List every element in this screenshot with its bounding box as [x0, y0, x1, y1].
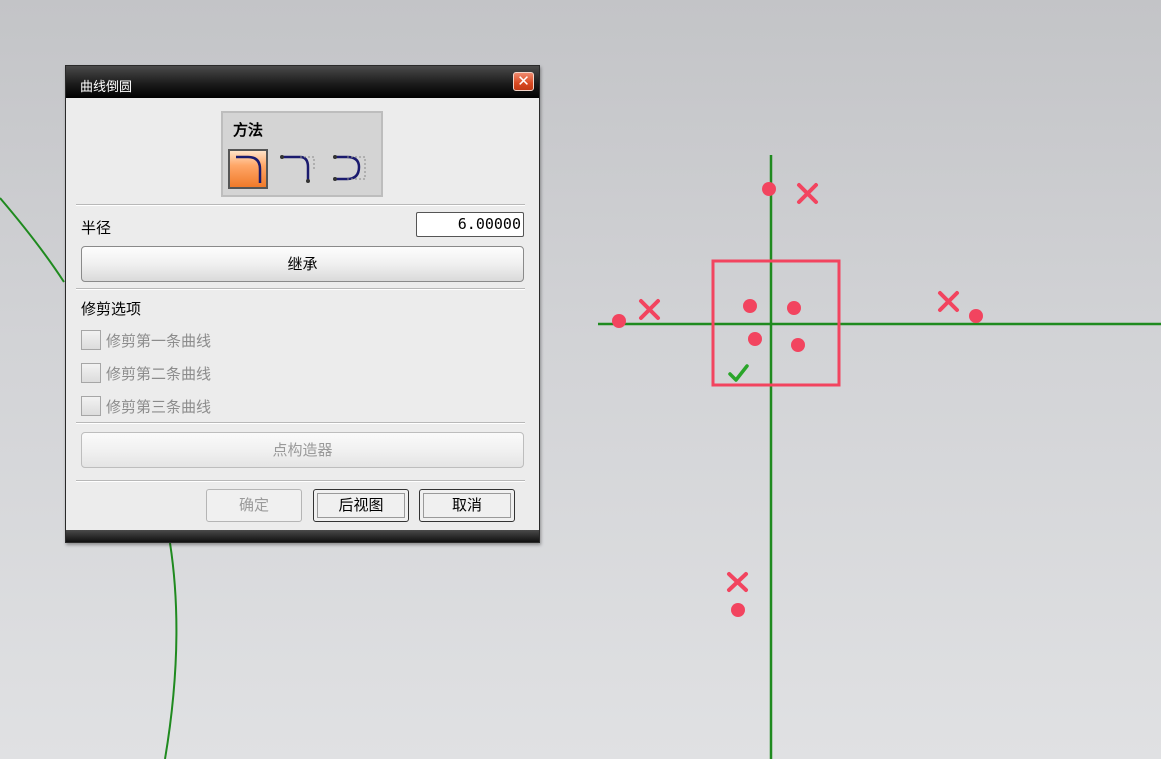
close-button[interactable]: ✕ [513, 72, 534, 91]
marker-dot [762, 182, 776, 196]
curve-bottom-left[interactable] [164, 542, 178, 759]
radius-input[interactable]: 6.00000 [416, 212, 524, 237]
back-button[interactable]: 后视图 [313, 489, 409, 522]
focus-ring [423, 493, 511, 518]
close-icon: ✕ [517, 72, 530, 90]
marker-cross [639, 299, 660, 320]
trim-first-curve-label: 修剪第一条曲线 [106, 332, 212, 350]
dialog-titlebar[interactable]: 曲线倒圆 ✕ [66, 66, 539, 98]
method-two-curves-button[interactable] [278, 149, 318, 189]
marker-dot [748, 332, 762, 346]
trim-options-label: 修剪选项 [81, 300, 142, 318]
inherit-button[interactable]: 继承 [81, 246, 524, 282]
dialog-title: 曲线倒圆 [80, 80, 133, 95]
divider [76, 422, 525, 424]
fillet-three-curves-icon [333, 155, 366, 181]
method-simple-fillet-button[interactable] [228, 149, 268, 189]
marker-cross [727, 572, 748, 592]
dialog-bottom-bar [66, 530, 539, 542]
method-label: 方法 [233, 121, 264, 139]
marker-dot [787, 301, 801, 315]
divider [76, 204, 525, 206]
marker-dots [612, 182, 983, 617]
cancel-button[interactable]: 取消 [419, 489, 515, 522]
method-three-curves-button[interactable] [329, 149, 369, 189]
trim-second-curve-label: 修剪第二条曲线 [106, 365, 212, 383]
divider [76, 288, 525, 290]
check-icon [728, 364, 749, 382]
marker-dot [969, 309, 983, 323]
focus-ring [317, 493, 405, 518]
ok-button[interactable]: 确定 [206, 489, 302, 522]
trim-second-curve-checkbox[interactable] [81, 363, 101, 383]
trim-third-curve-label: 修剪第三条曲线 [106, 398, 212, 416]
marker-dot [791, 338, 805, 352]
marker-cross [797, 183, 818, 204]
curve-fillet-dialog: 曲线倒圆 ✕ 方法 半径 6.00000 继承 修剪选项 修剪第一条曲线 修剪第… [65, 65, 540, 543]
marker-crosses [639, 183, 959, 592]
radius-label: 半径 [81, 219, 112, 237]
marker-dot [612, 314, 626, 328]
marker-dot [731, 603, 745, 617]
marker-dot [743, 299, 757, 313]
fillet-circle-icon [236, 155, 262, 183]
method-group: 方法 [221, 111, 383, 197]
point-constructor-button[interactable]: 点构造器 [81, 432, 524, 468]
trim-first-curve-checkbox[interactable] [81, 330, 101, 350]
divider [76, 480, 525, 482]
curve-top-left[interactable] [0, 197, 65, 283]
trim-third-curve-checkbox[interactable] [81, 396, 101, 416]
marker-cross [938, 291, 959, 312]
fillet-two-curves-icon [280, 155, 315, 183]
